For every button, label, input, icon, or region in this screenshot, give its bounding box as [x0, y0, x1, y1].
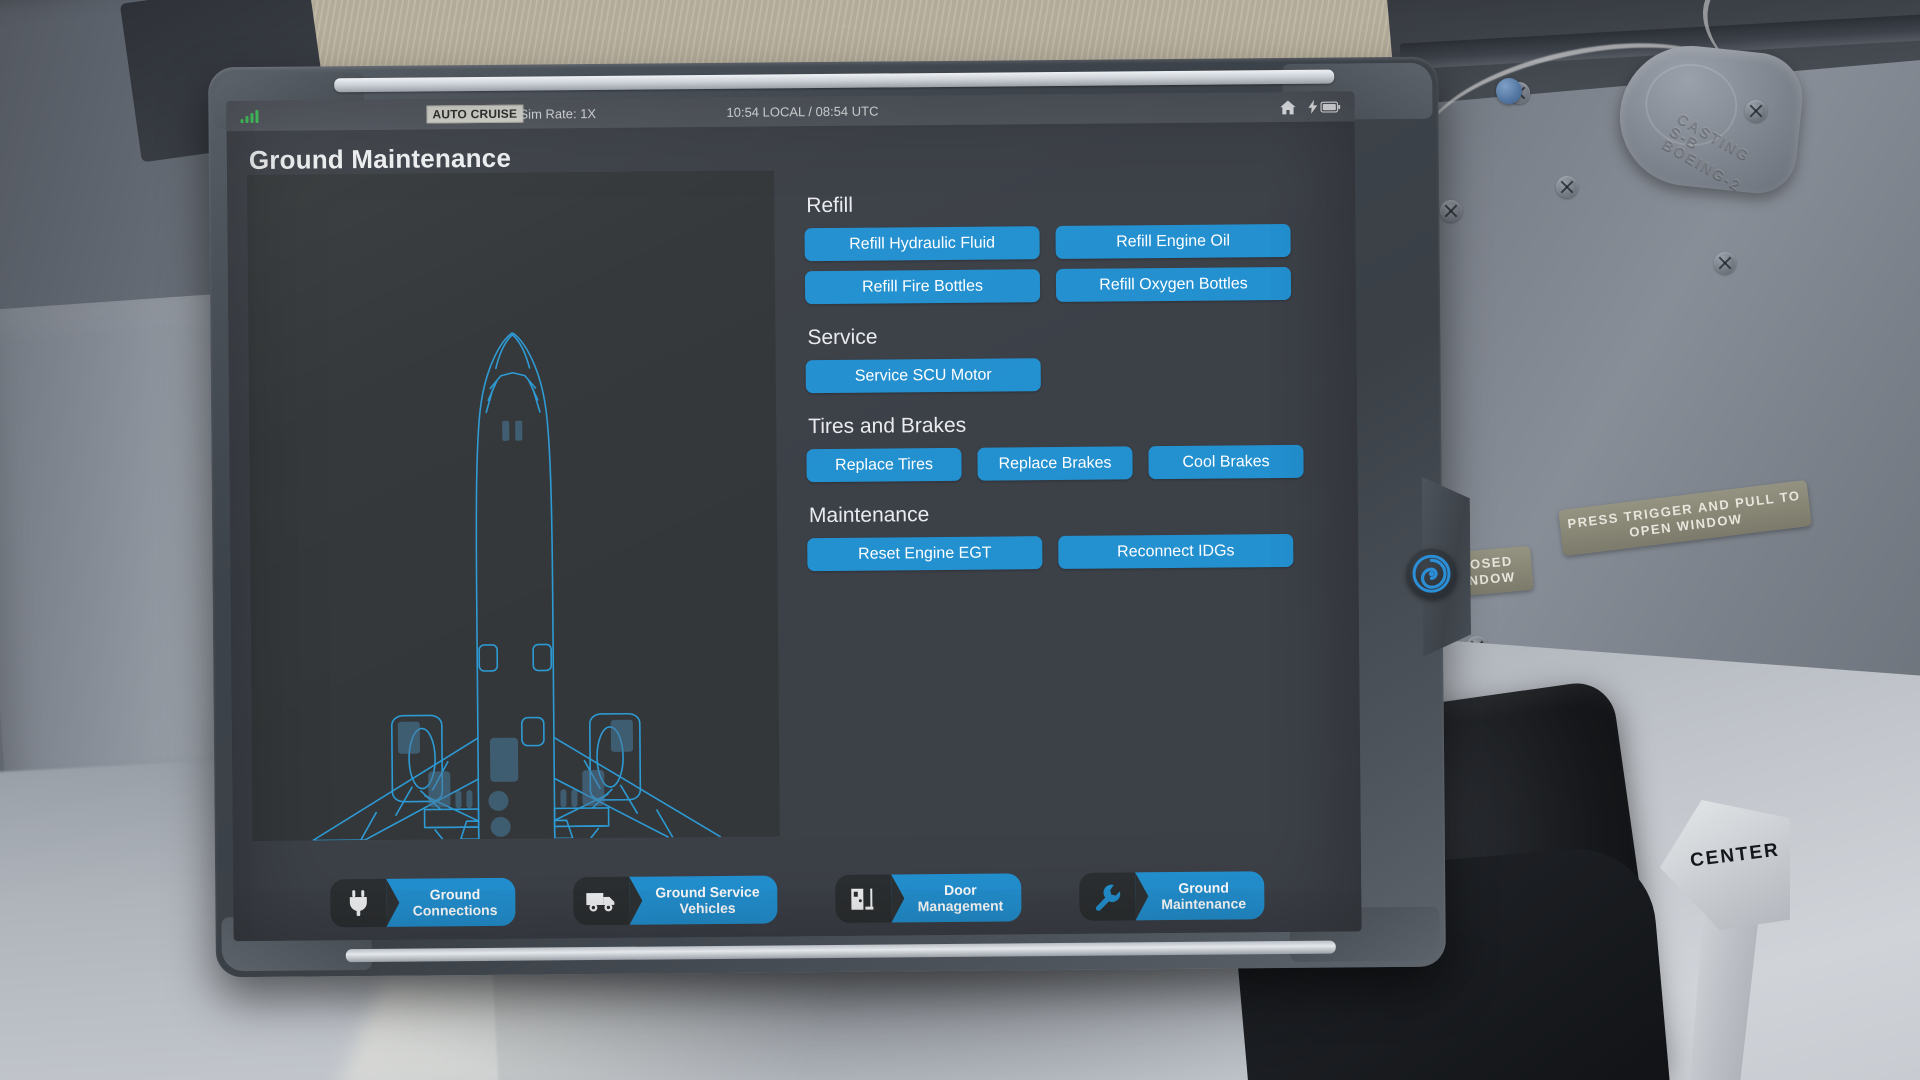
tablet-bottom-trim	[345, 940, 1336, 963]
nav-label-line2: Connections	[412, 901, 498, 919]
floor-light-reflection	[337, 980, 843, 1080]
door-icon	[835, 874, 892, 923]
nav-door-management[interactable]: Door Management	[835, 873, 1022, 923]
refill-hydraulic-fluid-button[interactable]: Refill Hydraulic Fluid	[804, 226, 1040, 262]
section-service: Service Service SCU Motor	[805, 322, 1337, 394]
screw-icon	[1714, 252, 1736, 274]
nav-label-line1: Door	[943, 881, 977, 898]
button-row: Reset Engine EGT Reconnect IDGs	[807, 533, 1338, 572]
power-plug-icon	[330, 878, 387, 928]
truck-icon	[573, 876, 630, 926]
section-title: Maintenance	[808, 503, 930, 528]
screw-icon	[1440, 200, 1462, 222]
section-maintenance: Maintenance Reset Engine EGT Reconnect I…	[807, 500, 1339, 572]
reconnect-idgs-button[interactable]: Reconnect IDGs	[1058, 533, 1294, 569]
button-row: Replace Tires Replace Brakes Cool Brakes	[806, 444, 1337, 483]
nav-label: Ground Connections	[386, 877, 516, 927]
nav-label-line2: Maintenance	[1161, 895, 1247, 913]
nav-ground-maintenance[interactable]: Ground Maintenance	[1079, 871, 1265, 921]
bottom-navigation: Ground Connections Ground Service Vehicl…	[233, 857, 1362, 941]
nav-label-line2: Management	[917, 897, 1004, 915]
nav-ground-service-vehicles[interactable]: Ground Service Vehicles	[573, 875, 778, 926]
nav-label: Ground Service Vehicles	[629, 875, 778, 925]
screw-icon	[1556, 176, 1578, 198]
efb-tablet: AUTO CRUISE Sim Rate: 1X 10:54 LOCAL / 0…	[208, 56, 1446, 978]
nav-ground-connections[interactable]: Ground Connections	[330, 877, 516, 928]
vortex-logo-button[interactable]	[1406, 548, 1457, 599]
service-scu-motor-button[interactable]: Service SCU Motor	[805, 358, 1041, 394]
auto-cruise-badge: AUTO CRUISE	[426, 104, 524, 124]
status-bar: AUTO CRUISE Sim Rate: 1X 10:54 LOCAL / 0…	[226, 91, 1355, 132]
nav-label-line1: Ground	[429, 886, 481, 903]
button-row: Service SCU Motor	[805, 356, 1337, 394]
aircraft-diagram-panel	[246, 170, 780, 842]
section-refill: Refill Refill Hydraulic Fluid Refill Eng…	[804, 190, 1336, 305]
nav-label-line1: Ground	[1178, 879, 1229, 896]
cockpit-scene: CASTING S-B BOEING-2 PRESS TRIGGER AND P…	[0, 0, 1920, 1080]
replace-brakes-button[interactable]: Replace Brakes	[977, 446, 1133, 481]
nav-label-line2: Vehicles	[679, 899, 736, 917]
nav-label: Door Management	[891, 873, 1022, 923]
section-title: Tires and Brakes	[808, 413, 967, 439]
sim-rate-label: Sim Rate: 1X	[519, 105, 597, 122]
signal-bars-icon	[240, 109, 259, 124]
section-tires-and-brakes: Tires and Brakes Replace Tires Replace B…	[806, 411, 1338, 483]
nav-label: Ground Maintenance	[1135, 871, 1265, 921]
tablet-top-trim	[334, 69, 1335, 93]
battery-icon	[1320, 101, 1341, 113]
vortex-logo-icon	[1412, 554, 1451, 593]
refill-engine-oil-button[interactable]: Refill Engine Oil	[1055, 223, 1291, 259]
wrench-icon	[1079, 872, 1136, 921]
replace-tires-button[interactable]: Replace Tires	[806, 447, 962, 483]
home-icon[interactable]	[1279, 99, 1296, 114]
button-row: Refill Fire Bottles Refill Oxygen Bottle…	[804, 266, 1336, 305]
status-bar-right-group	[1279, 99, 1341, 115]
clock-label: 10:54 LOCAL / 08:54 UTC	[726, 103, 879, 120]
section-title: Service	[807, 325, 878, 350]
refill-fire-bottles-button[interactable]: Refill Fire Bottles	[804, 269, 1041, 305]
section-title: Refill	[806, 193, 854, 218]
cool-brakes-button[interactable]: Cool Brakes	[1148, 444, 1304, 480]
maintenance-actions: Refill Refill Hydraulic Fluid Refill Eng…	[780, 166, 1341, 863]
refill-oxygen-bottles-button[interactable]: Refill Oxygen Bottles	[1055, 266, 1292, 302]
battery-status-group	[1308, 99, 1341, 114]
content-area: Refill Refill Hydraulic Fluid Refill Eng…	[246, 166, 1341, 867]
nav-label-line1: Ground Service	[655, 883, 760, 901]
screw-icon	[1745, 100, 1767, 122]
bolt-icon	[1496, 78, 1522, 104]
efb-screen: AUTO CRUISE Sim Rate: 1X 10:54 LOCAL / 0…	[226, 91, 1362, 942]
aircraft-top-view-wireframe	[312, 332, 722, 842]
button-row: Refill Hydraulic Fluid Refill Engine Oil	[804, 223, 1335, 262]
lightning-bolt-icon	[1308, 99, 1318, 114]
reset-engine-egt-button[interactable]: Reset Engine EGT	[807, 536, 1043, 572]
